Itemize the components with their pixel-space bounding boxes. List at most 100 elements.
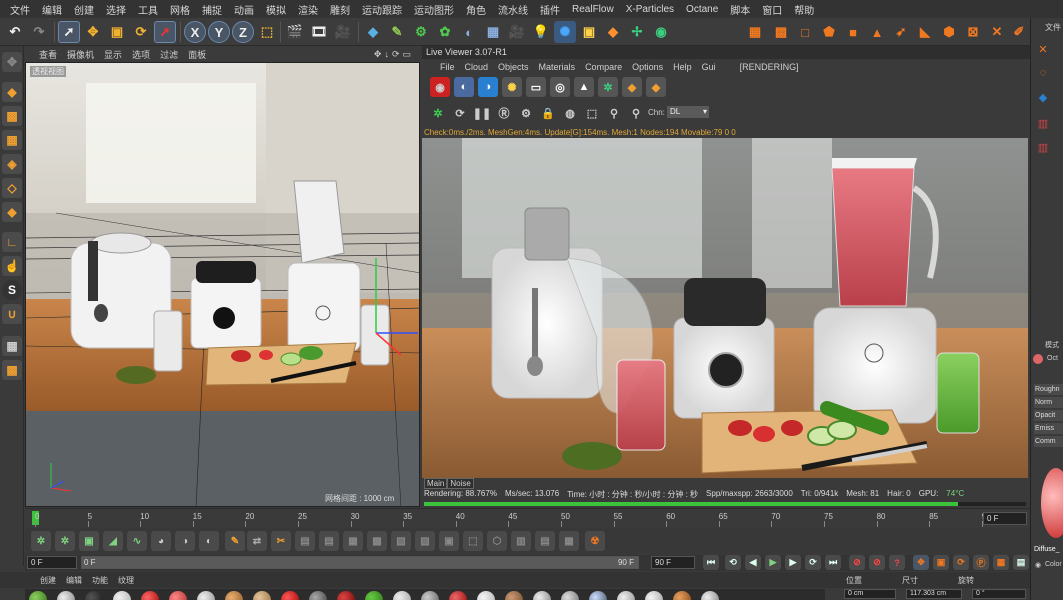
render-view-icon[interactable]: 🎬	[284, 21, 306, 43]
tab-normal[interactable]: Norm	[1034, 397, 1063, 408]
octane-material-icon[interactable]: ◉	[650, 21, 672, 43]
prev-frame-icon[interactable]: ◀	[745, 555, 761, 570]
tag-icon-2[interactable]: ▥	[1033, 138, 1053, 156]
track-icon-5[interactable]: ▧	[391, 531, 411, 551]
menu-item[interactable]: 动画	[228, 2, 260, 17]
triangle-icon[interactable]: ▲	[866, 21, 888, 43]
edges-mode-icon[interactable]: ◇	[2, 178, 22, 198]
material-ball[interactable]	[393, 591, 411, 600]
tab-common[interactable]: Comm	[1034, 436, 1063, 447]
points-mode-icon[interactable]: ◈	[2, 154, 22, 174]
axis-mode-icon[interactable]: ∟	[2, 232, 22, 252]
menu-item[interactable]: 运动图形	[408, 2, 460, 17]
tweak-mode-icon[interactable]: ☝	[2, 256, 22, 276]
half-sphere-icon[interactable]: ◑	[175, 531, 195, 551]
frame-range-slider[interactable]: 0 F 90 F	[81, 556, 639, 569]
scale-key-icon[interactable]: ▣	[933, 555, 949, 570]
target-icon[interactable]: ◎	[550, 77, 570, 97]
tab-main[interactable]: Main	[424, 478, 448, 489]
keyframe-selection-icon[interactable]: ◢	[103, 531, 123, 551]
menu-item[interactable]: 雕刻	[324, 2, 356, 17]
track-icon-12[interactable]: ▦	[559, 531, 579, 551]
material-ball[interactable]	[533, 591, 551, 600]
arrow-tool-icon[interactable]: ➶	[890, 21, 912, 43]
menu-item[interactable]: 创建	[68, 2, 100, 17]
menu-item[interactable]: 网格	[164, 2, 196, 17]
lv-menu-help[interactable]: Help	[673, 62, 692, 72]
lock-resolution-icon[interactable]: 🔒	[538, 103, 558, 123]
frame-start-field[interactable]: 0 F	[27, 556, 77, 569]
workplane-icon[interactable]: ▦	[2, 130, 22, 150]
rot-key-icon[interactable]: ⟳	[953, 555, 969, 570]
menu-item[interactable]: 流水线	[492, 2, 534, 17]
material-ball[interactable]	[337, 591, 355, 600]
mat-menu-texture[interactable]: 纹理	[118, 575, 134, 586]
camera-icon[interactable]: 🎥	[506, 21, 528, 43]
track-icon-2[interactable]: ▤	[319, 531, 339, 551]
texture-mode-icon[interactable]: ▩	[2, 106, 22, 126]
material-ball[interactable]	[421, 591, 439, 600]
go-end-icon[interactable]: ⏭	[825, 555, 841, 570]
floor-icon[interactable]: ▦	[482, 21, 504, 43]
position-x-field[interactable]: 0 cm	[844, 589, 896, 599]
y-axis-button[interactable]: Y	[208, 21, 230, 43]
film-key-icon[interactable]: ▤	[1013, 555, 1029, 570]
menu-item[interactable]: 插件	[534, 2, 566, 17]
cube-package-icon[interactable]: ◆	[622, 77, 642, 97]
timeline-ruler[interactable]: 051015202530354045505560657075808590 0 F	[25, 508, 1030, 528]
tab-noise[interactable]: Noise	[447, 478, 474, 489]
menu-item[interactable]: Octane	[680, 4, 724, 15]
material-ball[interactable]	[645, 591, 663, 600]
material-ball[interactable]	[169, 591, 187, 600]
menu-item[interactable]: 帮助	[788, 2, 820, 17]
null-object-icon[interactable]: ◌	[1033, 64, 1053, 82]
menu-item[interactable]: 捕捉	[196, 2, 228, 17]
auto-record-icon[interactable]: ⊘	[869, 555, 885, 570]
pentagon-icon[interactable]: ⬟	[818, 21, 840, 43]
material-ball[interactable]	[309, 591, 327, 600]
material-ball[interactable]	[673, 591, 691, 600]
rotate-tool-icon[interactable]: ⟳	[130, 21, 152, 43]
material-ball[interactable]	[505, 591, 523, 600]
radioactive-icon[interactable]: ☢	[585, 531, 605, 551]
play-icon[interactable]: ▶	[765, 555, 781, 570]
bone-icon[interactable]: ✂	[271, 531, 291, 551]
track-icon-6[interactable]: ▨	[415, 531, 435, 551]
model-mode-icon[interactable]: ◆	[2, 82, 22, 102]
material-ball[interactable]	[449, 591, 467, 600]
octane-envir-icon[interactable]: ▣	[578, 21, 600, 43]
pencil-key-icon[interactable]: ✎	[225, 531, 245, 551]
viewport-nav-controls[interactable]: ✥↓⟳▭	[374, 49, 414, 60]
spline-icon[interactable]: ∿	[127, 531, 147, 551]
menu-item[interactable]: 渲染	[292, 2, 324, 17]
keyframe-icon[interactable]: ✲	[31, 531, 51, 551]
next-key-icon[interactable]: ⟳	[805, 555, 821, 570]
octane-sun-icon[interactable]: ✺	[554, 21, 576, 43]
polygon-icon[interactable]: ⬢	[938, 21, 960, 43]
octane-object-icon[interactable]: ◆	[602, 21, 624, 43]
go-start-icon[interactable]: ⏮	[703, 555, 719, 570]
octane-camera-icon[interactable]: ✢	[626, 21, 648, 43]
region-render-icon[interactable]: Ⓡ	[494, 103, 514, 123]
tab-opacity[interactable]: Opacit	[1034, 410, 1063, 421]
pla-key-icon[interactable]: ▦	[993, 555, 1009, 570]
select-tool-icon[interactable]: ➚	[58, 21, 80, 43]
menu-item[interactable]: 运动跟踪	[356, 2, 408, 17]
timeline-end-field[interactable]: 0 F	[983, 512, 1027, 525]
menu-item[interactable]: 模拟	[260, 2, 292, 17]
menu-item[interactable]: 脚本	[724, 2, 756, 17]
tab-roughness[interactable]: Roughn	[1034, 384, 1063, 395]
track-icon-3[interactable]: ▦	[343, 531, 363, 551]
viewport-menu-options[interactable]: 选项	[132, 48, 150, 61]
material-ball[interactable]	[141, 591, 159, 600]
next-frame-icon[interactable]: ▶	[785, 555, 801, 570]
dome-icon[interactable]: ◐	[454, 77, 474, 97]
menu-item[interactable]: X-Particles	[620, 4, 680, 15]
perspective-viewport[interactable]: 透视视图	[25, 62, 420, 507]
auto-key-icon[interactable]: ▣	[79, 531, 99, 551]
subdivision-icon[interactable]: ⚙	[410, 21, 432, 43]
mat-menu-edit[interactable]: 编辑	[66, 575, 82, 586]
lv-menu-options[interactable]: Options	[632, 62, 663, 72]
lock-icon[interactable]: ⊠	[962, 21, 984, 43]
material-ball[interactable]	[561, 591, 579, 600]
